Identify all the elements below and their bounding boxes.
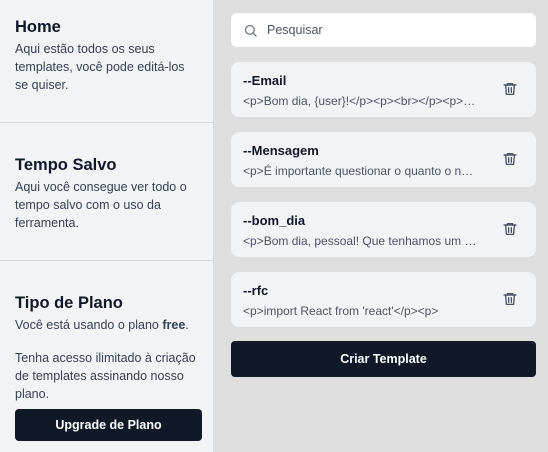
saved-time-section: Tempo Salvo Aqui você consegue ver todo … xyxy=(0,123,214,261)
plan-name: free xyxy=(162,318,186,332)
sidebar: Home Aqui estão todos os seus templates,… xyxy=(0,0,214,452)
plan-title: Tipo de Plano xyxy=(15,294,123,312)
templates-panel: --Email <p>Bom dia, {user}!</p><p><br></… xyxy=(231,13,536,377)
home-section: Home Aqui estão todos os seus templates,… xyxy=(0,0,214,123)
search-icon xyxy=(244,24,257,37)
template-preview: <p>Bom dia, pessoal! Que tenhamos um óti… xyxy=(243,234,479,248)
search-input[interactable] xyxy=(267,23,507,37)
home-title: Home xyxy=(15,18,61,36)
plan-description: Você está usando o plano free. xyxy=(15,316,199,334)
saved-time-description: Aqui você consegue ver todo o tempo salv… xyxy=(15,180,187,230)
template-preview: <p>É importante questionar o quanto o no… xyxy=(243,164,479,178)
plan-upgrade-note: Tenha acesso ilimitado à criação de temp… xyxy=(15,351,196,401)
trash-icon[interactable] xyxy=(502,291,518,307)
template-card[interactable]: --rfc <p>import React from 'react'</p><p… xyxy=(231,272,536,327)
create-template-button[interactable]: Criar Template xyxy=(231,341,536,377)
trash-icon[interactable] xyxy=(502,81,518,97)
home-description: Aqui estão todos os seus templates, você… xyxy=(15,42,185,92)
plan-description-prefix: Você está usando o plano xyxy=(15,318,163,332)
trash-icon[interactable] xyxy=(502,221,518,237)
saved-time-title: Tempo Salvo xyxy=(15,156,117,174)
upgrade-plan-button[interactable]: Upgrade de Plano xyxy=(15,409,202,441)
trash-icon[interactable] xyxy=(502,151,518,167)
template-title: --rfc xyxy=(243,283,269,298)
template-title: --Mensagem xyxy=(243,143,319,158)
template-title: --bom_dia xyxy=(243,213,306,228)
plan-section: Tipo de Plano Você está usando o plano f… xyxy=(0,261,214,452)
template-card[interactable]: --Email <p>Bom dia, {user}!</p><p><br></… xyxy=(231,62,536,117)
template-preview: <p>import React from 'react'</p><p> xyxy=(243,304,439,318)
plan-description-suffix: . xyxy=(185,318,189,332)
template-title: --Email xyxy=(243,73,287,88)
template-card[interactable]: --Mensagem <p>É importante questionar o … xyxy=(231,132,536,187)
search-bar[interactable] xyxy=(231,13,536,47)
template-card[interactable]: --bom_dia <p>Bom dia, pessoal! Que tenha… xyxy=(231,202,536,257)
template-preview: <p>Bom dia, {user}!</p><p><br></p><p>Seg… xyxy=(243,94,479,108)
